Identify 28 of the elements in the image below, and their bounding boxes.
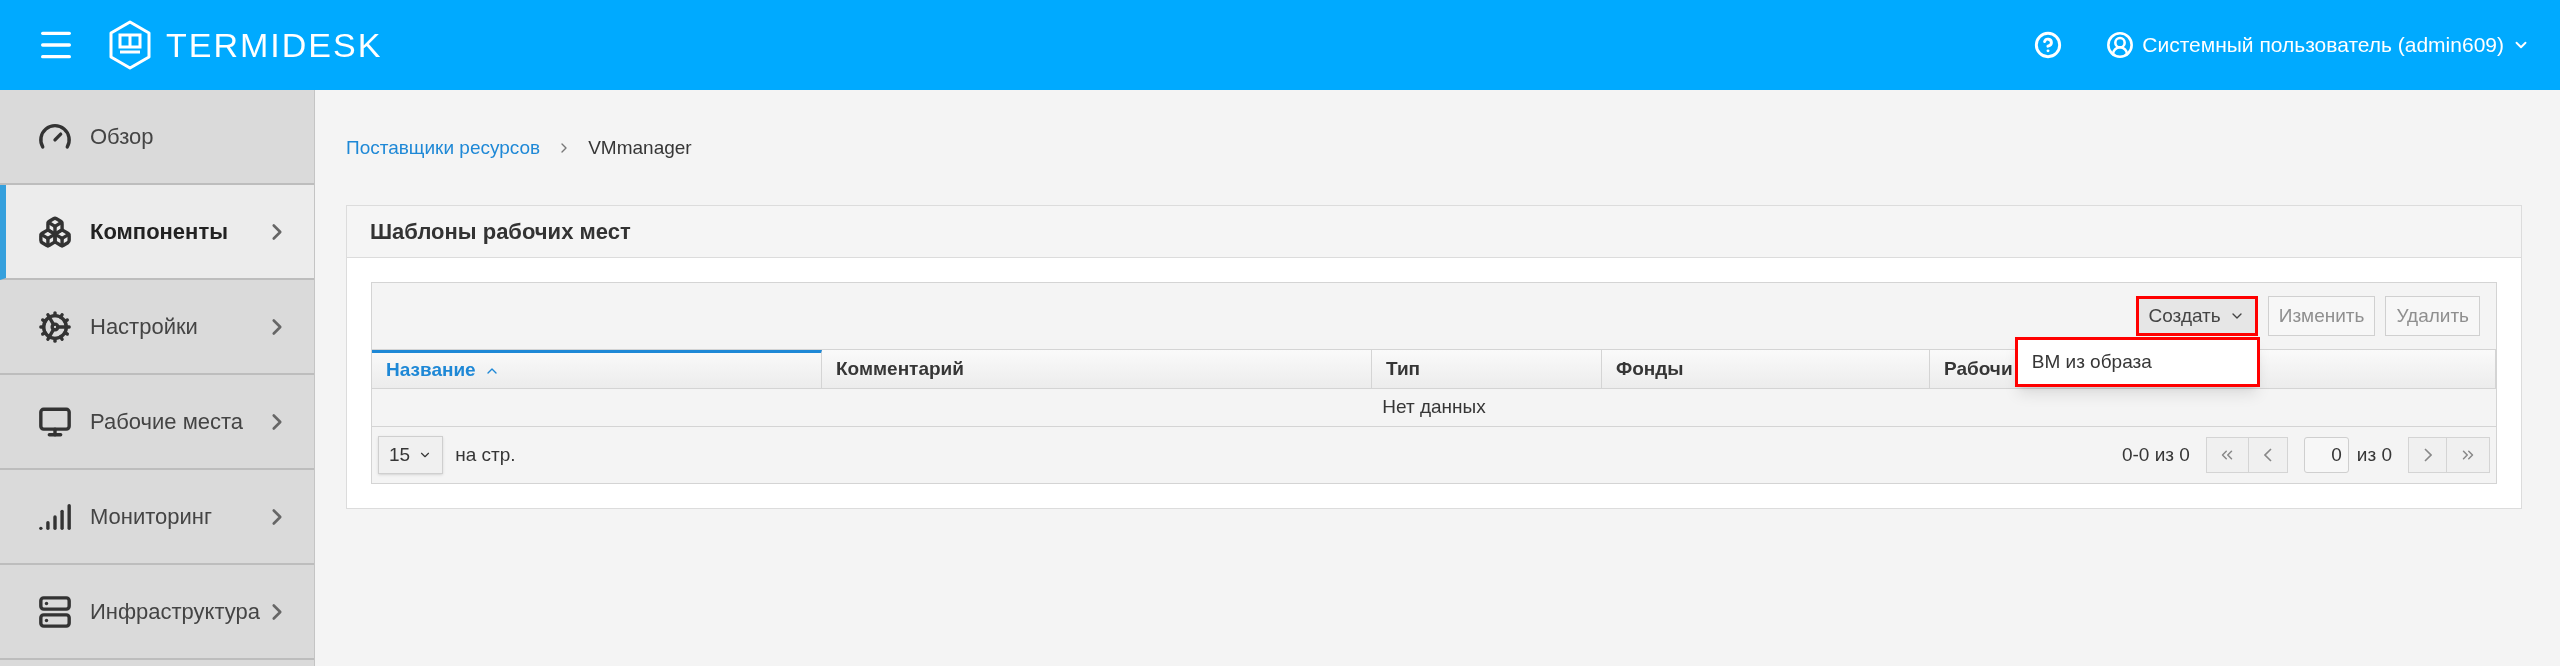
column-header[interactable]: Тип [1386,354,1421,384]
gear-icon [38,309,72,344]
user-icon [2106,31,2135,59]
chevron-right-icon [2423,448,2432,462]
cubes-icon [38,214,72,249]
server-icon [38,594,72,629]
previous-page-button[interactable] [2248,437,2288,473]
create-dropdown-button[interactable]: Создать [2135,296,2258,336]
page-total-label: из 0 [2356,442,2392,467]
page-input[interactable]: 0 [2303,437,2349,473]
empty-table-message: Нет данных [1382,395,1486,420]
panel-title: Шаблоны рабочих мест [370,218,631,246]
next-page-button[interactable] [2408,437,2447,473]
first-page-button[interactable] [2205,437,2249,473]
chevron-left-icon [2263,448,2272,462]
column-header[interactable]: Рабочи [1944,354,2013,384]
logo-text: TERMIDESK [166,24,383,66]
logo-icon [108,20,152,70]
column-header[interactable]: Фонды [1616,354,1684,384]
page-size-select[interactable]: 15 [378,436,444,474]
breadcrumb-current: VMmanager [588,135,692,160]
column-header[interactable]: Комментарий [836,354,964,384]
range-label: 0-0 из 0 [2121,442,2190,467]
per-page-label: на стр. [455,442,516,467]
help-icon[interactable] [2034,31,2063,59]
last-page-button[interactable] [2447,437,2490,473]
menu-item[interactable]: ВМ из образа [2017,340,2257,384]
sidebar-item[interactable]: Компоненты [0,185,314,280]
